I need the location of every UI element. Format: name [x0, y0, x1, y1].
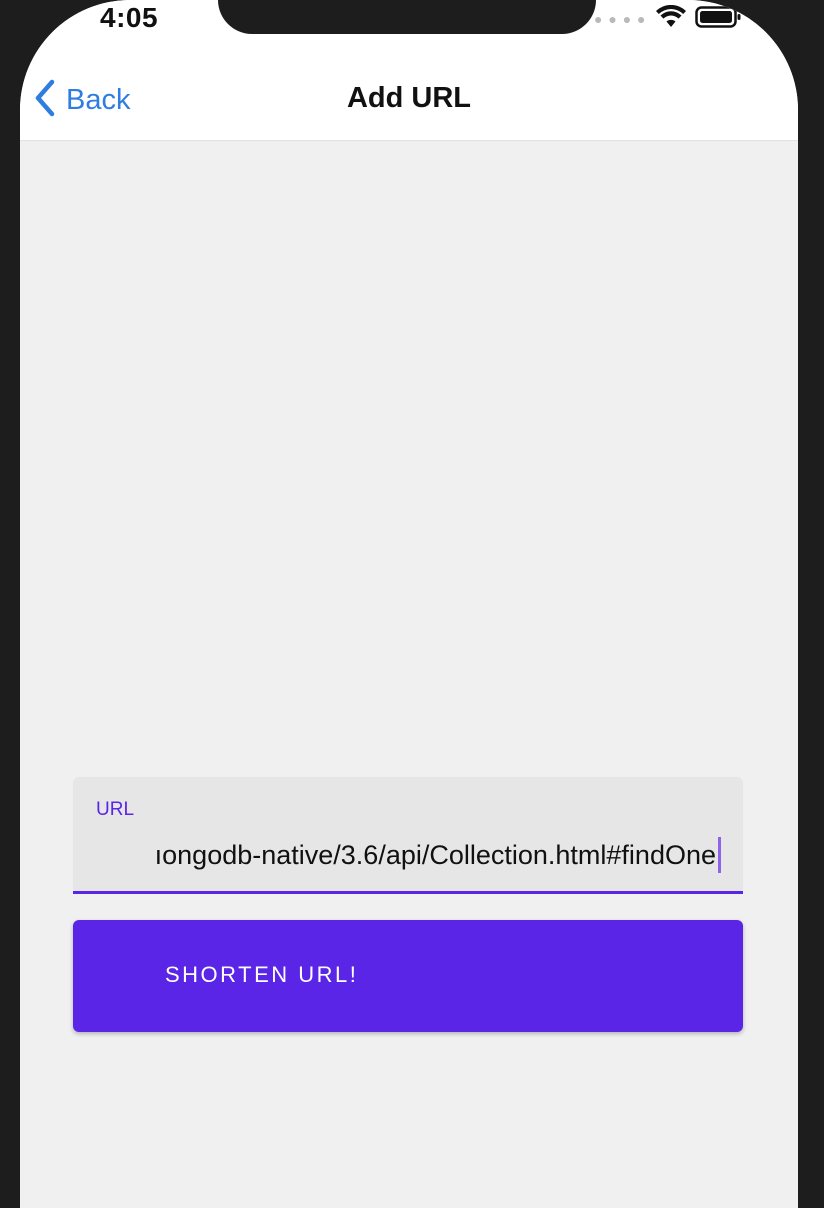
status-time: 4:05	[100, 2, 159, 33]
shorten-url-button[interactable]: SHORTEN URL!	[73, 920, 743, 1032]
url-field-value-wrap: ıongodb-native/3.6/api/Collection.html#f…	[155, 835, 721, 875]
text-caret	[718, 837, 721, 873]
main-content: URL ıongodb-native/3.6/api/Collection.ht…	[20, 141, 798, 1208]
device-frame: 4:05 ● ● ● ● Back Add URL URL ıongodb-na…	[0, 0, 824, 1208]
url-field-value: ıongodb-native/3.6/api/Collection.html#f…	[154, 839, 716, 870]
app-screen: 4:05 ● ● ● ● Back Add URL URL ıongodb-na…	[20, 0, 798, 1208]
page-title: Add URL	[346, 82, 472, 114]
cellular-dots-icon: ● ● ● ●	[594, 11, 647, 27]
battery-icon	[694, 5, 743, 34]
navigation-bar: Back Add URL	[20, 64, 798, 141]
url-input[interactable]: URL ıongodb-native/3.6/api/Collection.ht…	[73, 777, 743, 894]
device-notch	[218, 0, 596, 34]
shorten-url-label: SHORTEN URL!	[165, 962, 359, 987]
url-field-label: URL	[96, 799, 135, 820]
status-icons: ● ● ● ●	[594, 4, 743, 34]
wifi-icon	[655, 4, 687, 34]
status-bar: 4:05 ● ● ● ●	[20, 0, 798, 64]
